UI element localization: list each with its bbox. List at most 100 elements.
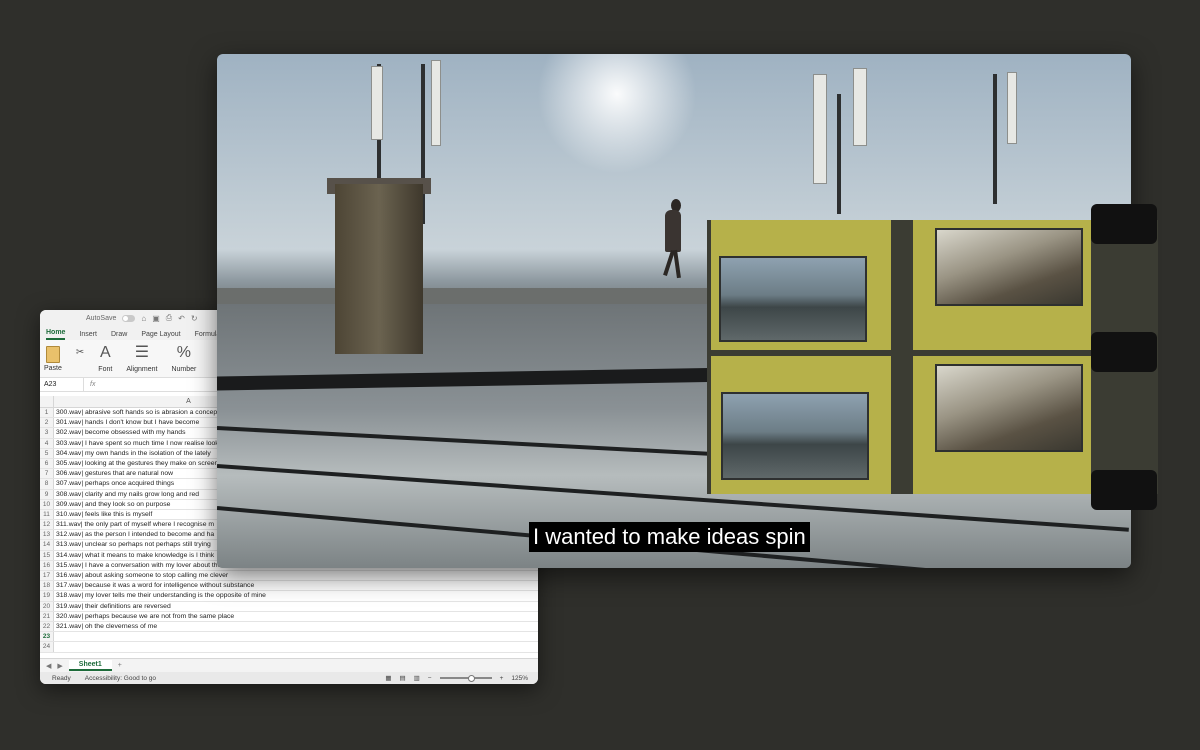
table-row[interactable]: 24 [40,642,538,653]
row-number[interactable]: 2 [40,418,54,428]
row-number[interactable]: 12 [40,520,54,530]
table-row[interactable]: 17 316.wav| about asking someone to stop … [40,571,538,582]
font-label: Font [98,366,113,373]
fx-icon[interactable]: fx [84,381,101,388]
accessibility-status[interactable]: Accessibility: Good to go [85,675,156,682]
sheet-tab-sheet1[interactable]: Sheet1 [68,660,112,671]
redo-icon[interactable]: ↻ [191,314,198,323]
cell-a[interactable]: 302.wav| become obsessed with my hands [54,428,185,437]
cell-a[interactable]: 310.wav| feels like this is myself [54,510,152,519]
cell-a[interactable] [54,642,56,651]
add-sheet-button[interactable]: + [118,662,122,669]
cell-a[interactable]: 314.wav| what it means to make knowledge… [54,551,214,560]
cell-a[interactable]: 300.wav| abrasive soft hands so is abras… [54,408,219,417]
page-layout-view-icon[interactable]: ▤ [399,674,405,682]
cell-a[interactable]: 301.wav| hands I don't know but I have b… [54,418,199,427]
cell-a[interactable]: 316.wav| about asking someone to stop ca… [54,571,228,580]
home-icon[interactable]: ⌂ [141,314,146,323]
row-number[interactable]: 16 [40,560,54,570]
row-number[interactable]: 17 [40,571,54,581]
page-break-view-icon[interactable]: ▥ [414,674,420,682]
cell-a[interactable]: 303.wav| I have spent so much time I now… [54,439,228,448]
row-number[interactable]: 13 [40,530,54,540]
row-number[interactable]: 6 [40,458,54,469]
cell-a[interactable]: 319.wav| their definitions are reversed [54,602,171,611]
percent-icon: % [176,344,192,361]
row-number[interactable]: 20 [40,601,54,611]
save-icon[interactable]: ▣ [152,314,160,323]
antenna-panel [431,60,441,146]
row-number[interactable]: 14 [40,540,54,550]
clipboard-tools[interactable]: ✂ [76,344,84,364]
next-sheet-icon[interactable]: ▶ [57,662,62,670]
film-frame-hands [935,364,1083,452]
prev-sheet-icon[interactable]: ◀ [46,662,51,670]
undo-icon[interactable]: ↶ [178,314,185,323]
row-number[interactable]: 21 [40,611,54,621]
row-number[interactable]: 5 [40,448,54,458]
normal-view-icon[interactable]: ▦ [385,674,391,682]
cell-a[interactable]: 318.wav| my lover tells me their underst… [54,591,266,600]
table-row[interactable]: 23 [40,632,538,643]
zoom-out-icon[interactable]: − [428,675,432,682]
row-number[interactable]: 10 [40,499,54,509]
person-leg [673,249,681,279]
cell-a[interactable]: 307.wav| perhaps once acquired things [54,479,174,488]
chimney [335,184,423,354]
zoom-in-icon[interactable]: + [500,675,504,682]
film-sprocket [1091,204,1157,244]
table-row[interactable]: 18 317.wav| because it was a word for int… [40,581,538,592]
table-row[interactable]: 21 320.wav| perhaps because we are not fr… [40,611,538,622]
tab-draw[interactable]: Draw [111,331,127,340]
table-row[interactable]: 20 319.wav| their definitions are reverse… [40,601,538,612]
autosave-toggle[interactable] [122,314,136,322]
row-number[interactable]: 8 [40,479,54,489]
row-number[interactable]: 23 [40,632,54,642]
print-icon[interactable]: ⎙ [166,313,172,323]
row-number[interactable]: 22 [40,621,54,632]
cell-a[interactable]: 312.wav| as the person I intended to bec… [54,530,214,539]
row-number[interactable]: 15 [40,550,54,560]
table-row[interactable]: 22 321.wav| oh the cleverness of me [40,621,538,633]
name-box[interactable]: A23 [40,378,84,391]
tab-insert[interactable]: Insert [79,331,97,340]
row-number[interactable]: 9 [40,489,54,499]
number-button[interactable]: % Number [171,344,196,373]
scissors-icon: ✂ [75,347,85,358]
paste-button[interactable]: Paste [44,344,62,372]
film-sprocket [1091,470,1157,510]
cell-a[interactable]: 308.wav| clarity and my nails grow long … [54,490,199,499]
font-button[interactable]: A Font [98,344,112,373]
tab-page-layout[interactable]: Page Layout [141,331,180,340]
cell-a[interactable]: 305.wav| looking at the gestures they ma… [54,459,218,468]
row-number[interactable]: 3 [40,428,54,438]
row-number[interactable]: 24 [40,642,54,652]
cell-a[interactable]: 306.wav| gestures that are natural now [54,469,173,478]
table-row[interactable]: 19 318.wav| my lover tells me their under… [40,591,538,602]
antenna-panel [853,68,867,146]
tab-home[interactable]: Home [46,329,66,340]
cell-a[interactable]: 320.wav| perhaps because we are not from… [54,612,234,621]
select-all-corner[interactable] [40,396,54,407]
row-number[interactable]: 4 [40,438,54,448]
alignment-label: Alignment [126,366,158,373]
autosave-label: AutoSave [86,314,117,322]
cell-a[interactable]: 321.wav| oh the cleverness of me [54,622,157,631]
row-number[interactable]: 11 [40,509,54,520]
row-number[interactable]: 1 [40,408,54,418]
cell-a[interactable]: 317.wav| because it was a word for intel… [54,581,254,590]
row-number[interactable]: 19 [40,591,54,601]
film-frame-rooftop [719,256,867,342]
zoom-slider[interactable] [439,675,492,682]
row-number[interactable]: 18 [40,581,54,591]
cell-a[interactable]: 304.wav| my own hands in the isolation o… [54,449,211,458]
alignment-button[interactable]: ☰ Alignment [126,344,157,373]
video-subtitle: I wanted to make ideas spin [529,522,810,552]
cell-a[interactable]: 313.wav| unclear so perhaps not perhaps … [54,540,211,549]
cell-a[interactable]: 309.wav| and they look so on purpose [54,500,170,509]
cell-a[interactable]: 311.wav| the only part of myself where I… [54,520,214,529]
row-number[interactable]: 7 [40,469,54,479]
sun-glare [537,54,697,174]
font-icon: A [99,344,111,361]
cell-a[interactable] [54,632,56,641]
